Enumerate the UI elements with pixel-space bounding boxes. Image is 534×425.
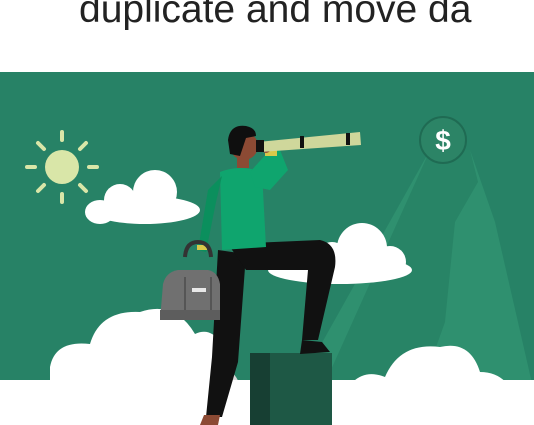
page-heading: duplicate and move da bbox=[79, 0, 472, 31]
dollar-coin-icon: $ bbox=[419, 116, 467, 164]
pedestal bbox=[250, 353, 332, 425]
hero-illustration: $ bbox=[0, 72, 534, 425]
coin-symbol: $ bbox=[435, 125, 451, 156]
